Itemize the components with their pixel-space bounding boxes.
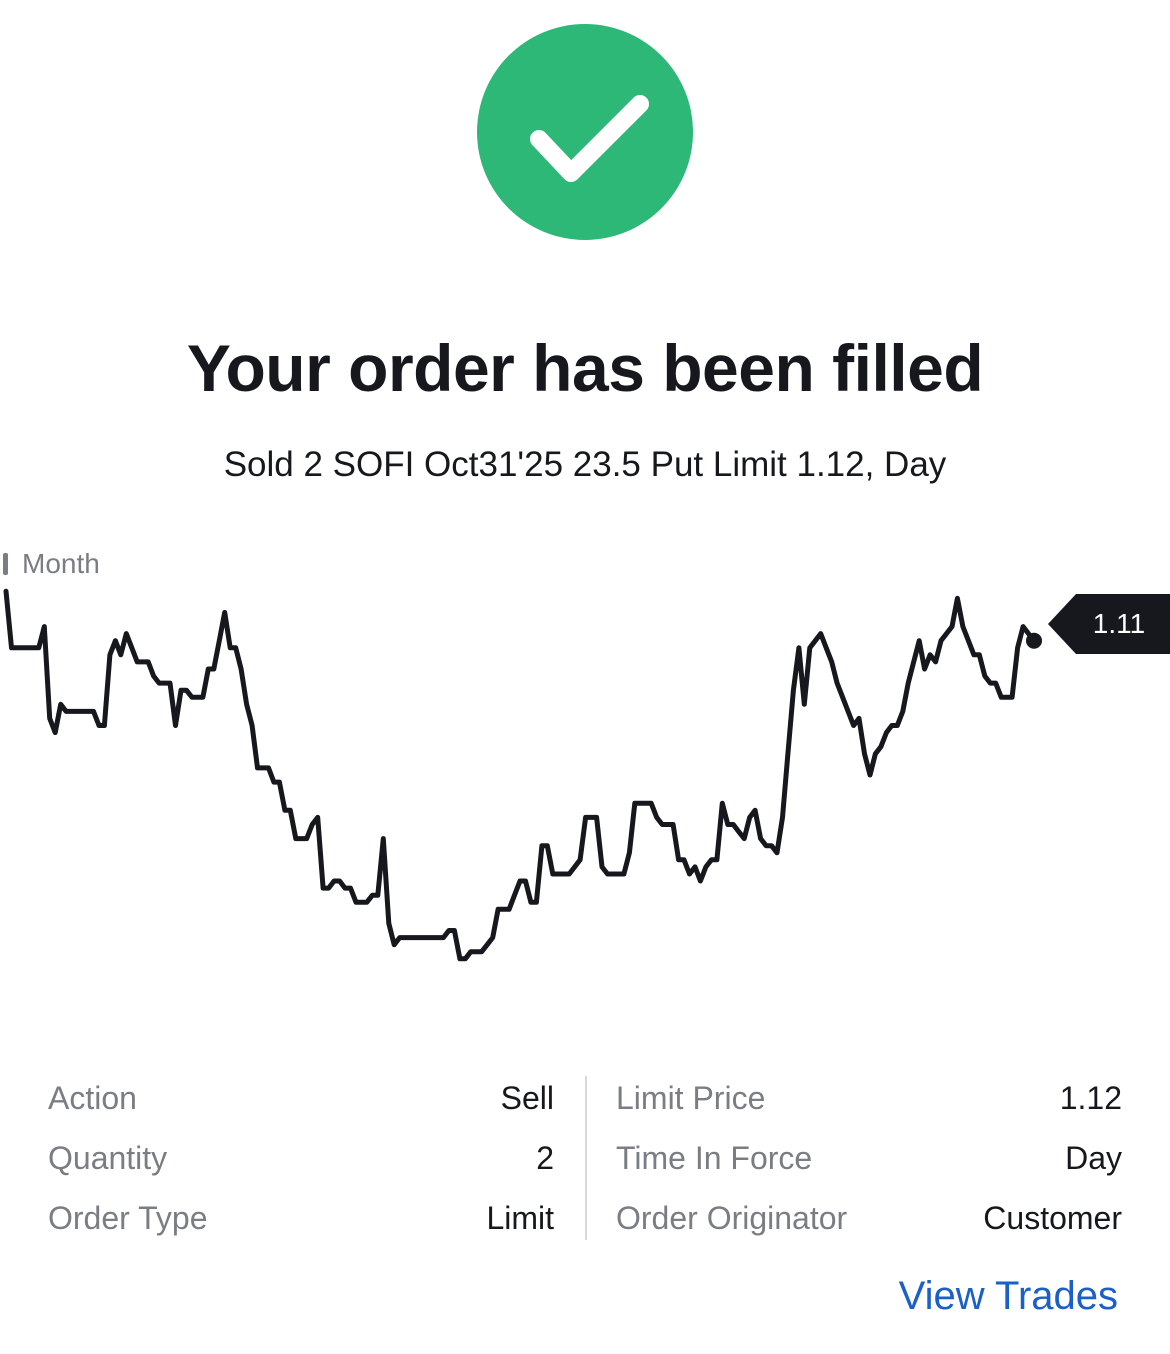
detail-row-order-originator: Order Originator Customer (616, 1192, 1122, 1252)
detail-value: Customer (983, 1200, 1122, 1236)
last-price-value: 1.11 (1092, 608, 1146, 639)
price-chart[interactable] (0, 540, 1170, 1010)
detail-label: Order Type (48, 1200, 208, 1236)
last-price-tag: 1.11 (1048, 594, 1170, 654)
detail-label: Order Originator (616, 1200, 848, 1236)
detail-row-limit-price: Limit Price 1.12 (616, 1072, 1122, 1132)
detail-label: Limit Price (616, 1080, 766, 1116)
last-price-point (1026, 632, 1042, 649)
detail-value: 1.12 (1059, 1080, 1122, 1116)
order-summary: Sold 2 SOFI Oct31'25 23.5 Put Limit 1.12… (223, 445, 947, 484)
detail-label: Time In Force (616, 1140, 813, 1176)
price-chart-svg (3, 588, 1042, 962)
price-line (3, 588, 1037, 962)
order-details-left: Action Sell Quantity 2 Order Type Limit (48, 1072, 554, 1252)
detail-label: Quantity (48, 1140, 168, 1176)
page-title: Your order has been filled (186, 331, 984, 405)
detail-row-order-type: Order Type Limit (48, 1192, 554, 1252)
order-details-right: Limit Price 1.12 Time In Force Day Order… (616, 1072, 1122, 1252)
detail-value: Limit (486, 1200, 554, 1236)
detail-value: Day (1065, 1140, 1122, 1176)
order-success-badge (477, 24, 693, 240)
chart-period-label[interactable]: Month (22, 548, 100, 580)
checkmark-icon (530, 95, 649, 182)
detail-row-quantity: Quantity 2 (48, 1132, 554, 1192)
detail-value: Sell (500, 1080, 554, 1116)
period-marker (3, 553, 8, 575)
detail-row-time-in-force: Time In Force Day (616, 1132, 1122, 1192)
order-details: Action Sell Quantity 2 Order Type Limit … (48, 1072, 1122, 1242)
detail-row-action: Action Sell (48, 1072, 554, 1132)
detail-label: Action (48, 1080, 137, 1116)
detail-value: 2 (536, 1140, 554, 1176)
view-trades-link[interactable]: View Trades (899, 1274, 1118, 1319)
details-divider (585, 1076, 587, 1240)
